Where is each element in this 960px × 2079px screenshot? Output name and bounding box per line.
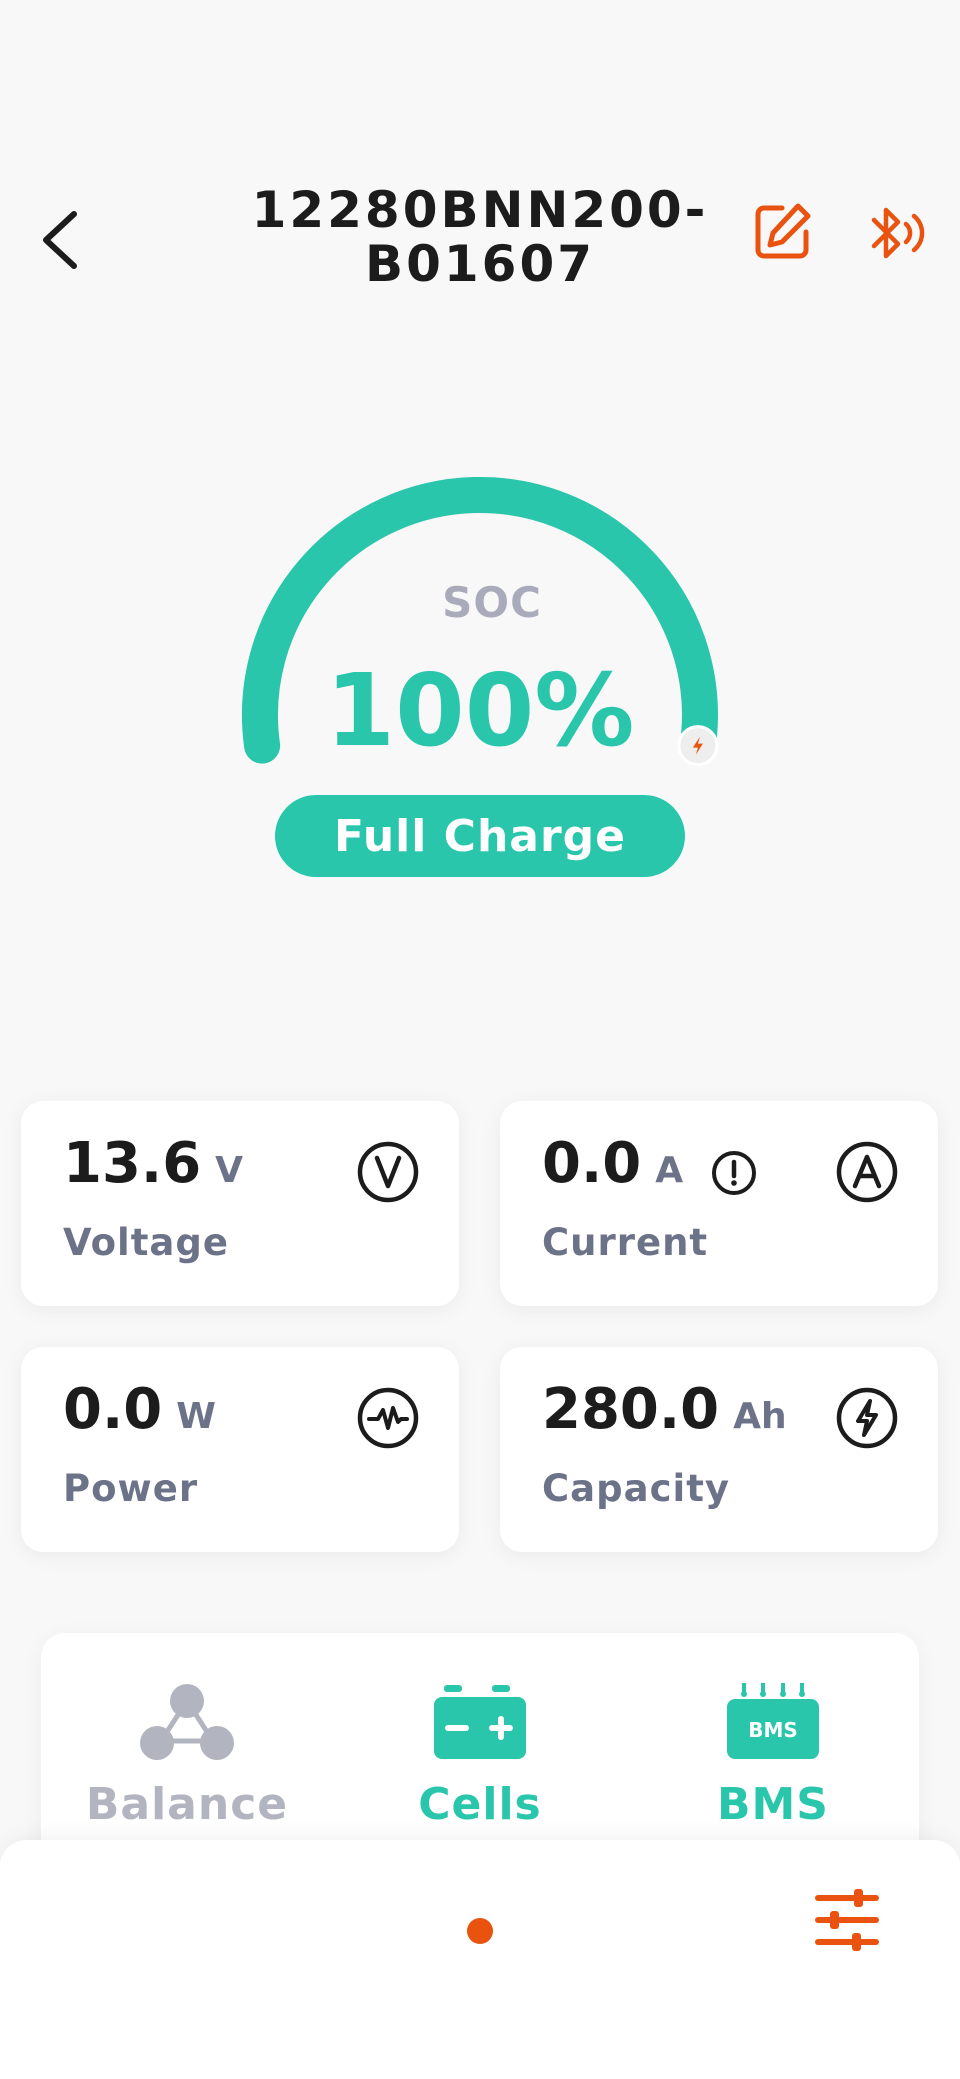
sliders-icon <box>815 1889 879 1951</box>
current-card[interactable]: 0.0 A Current <box>500 1101 938 1306</box>
voltage-label: Voltage <box>63 1221 229 1264</box>
volt-icon <box>357 1141 419 1203</box>
back-button[interactable] <box>30 200 90 280</box>
settings-button[interactable] <box>812 1884 884 1956</box>
balance-label: Balance <box>85 1779 289 1830</box>
ampere-icon <box>836 1141 898 1203</box>
capacity-card[interactable]: 280.0 Ah Capacity <box>500 1347 938 1552</box>
power-value: 0.0 <box>63 1377 163 1442</box>
balance-button[interactable]: Balance <box>67 1683 307 1830</box>
capacity-value-group: 280.0 Ah <box>542 1377 787 1442</box>
cells-button[interactable]: Cells <box>360 1683 600 1830</box>
voltage-card[interactable]: 13.6 V Voltage <box>21 1101 459 1306</box>
bluetooth-button[interactable] <box>860 198 930 268</box>
capacity-unit: Ah <box>733 1396 787 1437</box>
title-line-1: 12280BNN200- <box>251 181 709 239</box>
header: 12280BNN200- B01607 <box>0 0 960 330</box>
info-icon[interactable] <box>710 1149 758 1197</box>
charge-status-badge: Full Charge <box>275 795 685 877</box>
current-value-group: 0.0 A <box>542 1131 683 1196</box>
balance-icon <box>140 1684 234 1760</box>
power-value-group: 0.0 W <box>63 1377 216 1442</box>
power-unit: W <box>176 1396 216 1437</box>
cells-label: Cells <box>418 1779 542 1830</box>
current-value: 0.0 <box>542 1131 642 1196</box>
pulse-icon <box>357 1387 419 1449</box>
soc-label: SOC <box>442 578 542 627</box>
capacity-value: 280.0 <box>542 1377 720 1442</box>
bms-icon: BMS <box>727 1683 819 1759</box>
edit-icon <box>755 203 811 259</box>
capacity-label: Capacity <box>542 1467 730 1510</box>
voltage-unit: V <box>215 1150 244 1191</box>
edit-button[interactable] <box>748 198 816 266</box>
bms-label: BMS <box>716 1779 829 1830</box>
page-indicator-dot <box>467 1918 493 1944</box>
battery-cells-icon <box>434 1685 526 1759</box>
bms-icon-text: BMS <box>748 1718 798 1742</box>
bms-button[interactable]: BMS BMS <box>653 1683 893 1830</box>
page-title: 12280BNN200- B01607 <box>200 183 760 291</box>
bluetooth-connected-icon <box>871 207 925 259</box>
current-unit: A <box>655 1150 684 1191</box>
power-card[interactable]: 0.0 W Power <box>21 1347 459 1552</box>
current-label: Current <box>542 1221 709 1264</box>
bolt-circle-icon <box>836 1387 898 1449</box>
voltage-value: 13.6 <box>63 1131 202 1196</box>
power-label: Power <box>63 1467 199 1510</box>
title-line-2: B01607 <box>364 235 596 293</box>
bottom-bar <box>0 1840 960 2079</box>
voltage-value-group: 13.6 V <box>63 1131 243 1196</box>
soc-value: 100% <box>325 652 635 769</box>
chevron-left-icon <box>43 211 77 269</box>
